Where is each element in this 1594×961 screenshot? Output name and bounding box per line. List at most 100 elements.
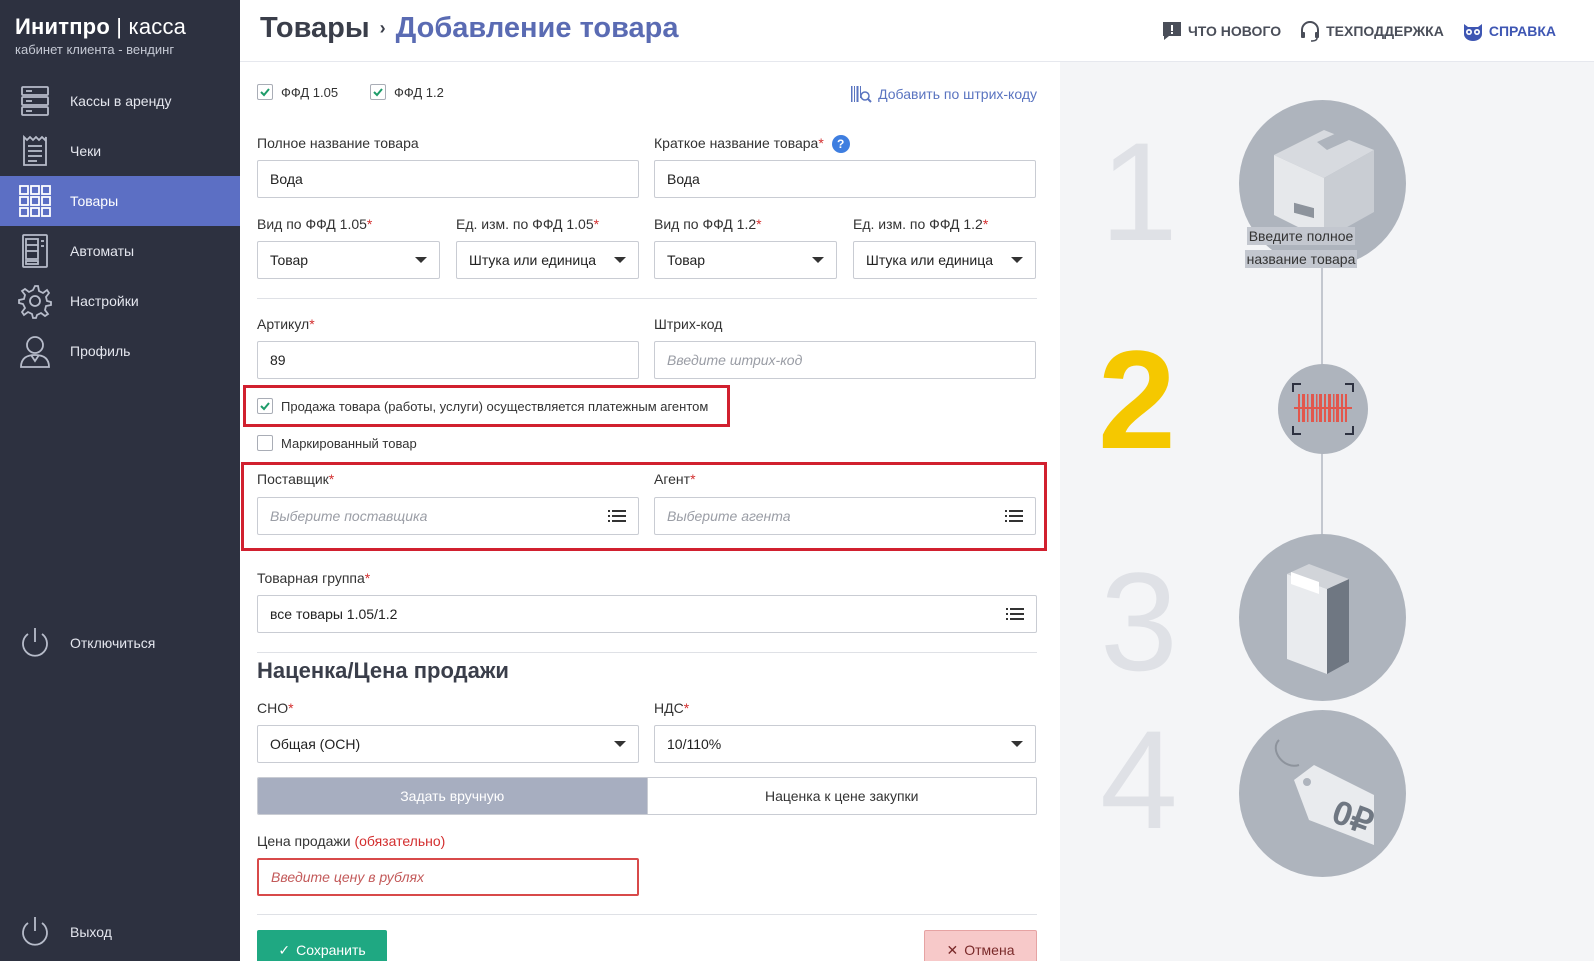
- add-by-barcode-link[interactable]: Добавить по штрих-коду: [850, 84, 1037, 104]
- price-mode-toggle: Задать вручную Наценка к цене закупки: [257, 777, 1037, 815]
- help-link[interactable]: СПРАВКА: [1462, 20, 1556, 42]
- sidebar-item-profile[interactable]: Профиль: [0, 326, 240, 376]
- barcode-input[interactable]: Введите штрих-код: [654, 341, 1036, 379]
- divider: [257, 652, 1037, 653]
- add-by-barcode-label: Добавить по штрих-коду: [878, 86, 1037, 102]
- page-title: Добавление товара: [395, 12, 679, 44]
- article-input[interactable]: 89: [257, 341, 639, 379]
- short-name-input[interactable]: Вода: [654, 160, 1036, 198]
- caret-down-icon: [1011, 741, 1023, 747]
- sidebar-item-machines[interactable]: Автоматы: [0, 226, 240, 276]
- sidebar-item-label: Профиль: [70, 343, 131, 359]
- price-label-text: Цена продажи: [257, 833, 351, 849]
- price-required-note: (обязательно): [354, 833, 446, 849]
- sidebar-item-label: Автоматы: [70, 243, 135, 259]
- short-name-label: Краткое название товара* ?: [654, 135, 850, 154]
- checkbox-box: [257, 84, 273, 100]
- agent-picker[interactable]: Выберите агента: [654, 497, 1036, 535]
- vending-machine-icon: [16, 232, 54, 270]
- sidebar-item-rent[interactable]: Кассы в аренду: [0, 76, 240, 126]
- check-icon: ✓: [278, 941, 291, 958]
- vat-select[interactable]: 10/110%: [654, 725, 1036, 763]
- step-1-caption: Введите полное название товара: [1242, 225, 1360, 271]
- short-name-label-text: Краткое название товара: [654, 135, 819, 151]
- ffd105-checkbox[interactable]: ФФД 1.05: [257, 84, 338, 100]
- unit105-value: Штука или единица: [469, 252, 597, 268]
- sno-value: Общая (ОСН): [270, 736, 361, 752]
- sno-select[interactable]: Общая (ОСН): [257, 725, 639, 763]
- support-label: ТЕХПОДДЕРЖКА: [1326, 23, 1444, 39]
- steps-panel: 1 Введите полное название товара 2 3 4 0…: [1060, 62, 1594, 961]
- barcode-icon: [1292, 383, 1354, 435]
- group-value: все товары 1.05/1.2: [270, 606, 398, 622]
- required-mark: *: [309, 316, 315, 332]
- step-number-1: 1: [1100, 113, 1178, 270]
- whats-new-label: ЧТО НОВОГО: [1187, 23, 1282, 39]
- checkmark-icon: [260, 88, 270, 97]
- supplier-picker[interactable]: Выберите поставщика: [257, 497, 639, 535]
- brand-name: Инитпро: [15, 14, 110, 39]
- breadcrumb-root[interactable]: Товары: [260, 12, 370, 45]
- article-label-text: Артикул: [257, 316, 310, 332]
- unit12-select[interactable]: Штука или единица: [853, 241, 1036, 279]
- app-root: Инитпро | касса кабинет клиента - вендин…: [0, 0, 1594, 961]
- required-mark: *: [328, 471, 335, 487]
- marked-product-label: Маркированный товар: [281, 435, 417, 451]
- receipt-icon: [16, 132, 54, 170]
- barcode-label: Штрих-код: [654, 316, 723, 332]
- markup-price-tab[interactable]: Наценка к цене закупки: [646, 778, 1036, 814]
- breadcrumb: Товары › Добавление товара: [260, 12, 679, 45]
- step-number-3: 3: [1100, 543, 1178, 700]
- sno-label: СНО*: [257, 700, 294, 716]
- step-number-4: 4: [1100, 701, 1178, 858]
- step-1-caption-line2: название товара: [1244, 250, 1358, 268]
- vat-label: НДС*: [654, 700, 689, 716]
- required-mark: *: [818, 135, 824, 151]
- sidebar-item-label: Товары: [70, 193, 119, 209]
- unit105-select[interactable]: Штука или единица: [456, 241, 639, 279]
- unit105-label: Ед. изм. по ФФД 1.05*: [456, 216, 599, 232]
- price-tag-icon: 0₽: [1274, 739, 1379, 845]
- disconnect-button[interactable]: Отключиться: [16, 624, 155, 662]
- kind12-select[interactable]: Товар: [654, 241, 837, 279]
- cancel-button[interactable]: ✕ Отмена: [924, 930, 1037, 961]
- product-form: ФФД 1.05 ФФД 1.2 Добавить по штрих-коду …: [240, 62, 1060, 961]
- product-group-picker[interactable]: все товары 1.05/1.2: [257, 595, 1037, 633]
- brand-separator: |: [116, 14, 123, 39]
- help-question-icon[interactable]: ?: [831, 135, 850, 154]
- kind105-label-text: Вид по ФФД 1.05: [257, 216, 367, 232]
- top-header: Товары › Добавление товара ЧТО НОВОГО ТЕ…: [240, 0, 1594, 62]
- save-button[interactable]: ✓ Сохранить: [257, 930, 387, 961]
- list-icon: [1005, 510, 1023, 522]
- marked-product-checkbox[interactable]: Маркированный товар: [257, 435, 417, 451]
- sidebar-item-label: Настройки: [70, 293, 139, 309]
- support-link[interactable]: ТЕХПОДДЕРЖКА: [1299, 20, 1444, 42]
- required-mark: *: [593, 216, 600, 232]
- kind105-label: Вид по ФФД 1.05*: [257, 216, 372, 232]
- caret-down-icon: [415, 257, 427, 263]
- ffd12-checkbox[interactable]: ФФД 1.2: [370, 84, 444, 100]
- sidebar-item-label: Чеки: [70, 143, 102, 159]
- barcode-scan-icon: [851, 86, 872, 103]
- required-mark: *: [364, 570, 371, 586]
- kind12-label-text: Вид по ФФД 1.2: [654, 216, 757, 232]
- sidebar-item-receipts[interactable]: Чеки: [0, 126, 240, 176]
- sidebar-item-settings[interactable]: Настройки: [0, 276, 240, 326]
- full-name-input[interactable]: Вода: [257, 160, 639, 198]
- sno-label-text: СНО: [257, 700, 289, 716]
- header-links: ЧТО НОВОГО ТЕХПОДДЕРЖКА СПРАВКА: [1143, 20, 1556, 42]
- agent-sale-checkbox[interactable]: Продажа товара (работы, услуги) осуществ…: [257, 398, 708, 414]
- kind105-select[interactable]: Товар: [257, 241, 440, 279]
- sidebar-item-products[interactable]: Товары: [0, 176, 240, 226]
- caret-down-icon: [1011, 257, 1023, 263]
- price-input[interactable]: Введите цену в рублях: [257, 858, 639, 896]
- full-name-label: Полное название товара: [257, 135, 419, 151]
- close-icon: ✕: [946, 941, 959, 958]
- required-mark: *: [690, 471, 696, 487]
- headset-icon: [1301, 21, 1320, 42]
- manual-price-tab[interactable]: Задать вручную: [258, 778, 647, 814]
- logout-button[interactable]: Выход: [16, 913, 112, 951]
- sidebar-item-label: Кассы в аренду: [70, 93, 172, 109]
- whats-new-link[interactable]: ЧТО НОВОГО: [1161, 20, 1281, 42]
- list-icon: [608, 510, 626, 522]
